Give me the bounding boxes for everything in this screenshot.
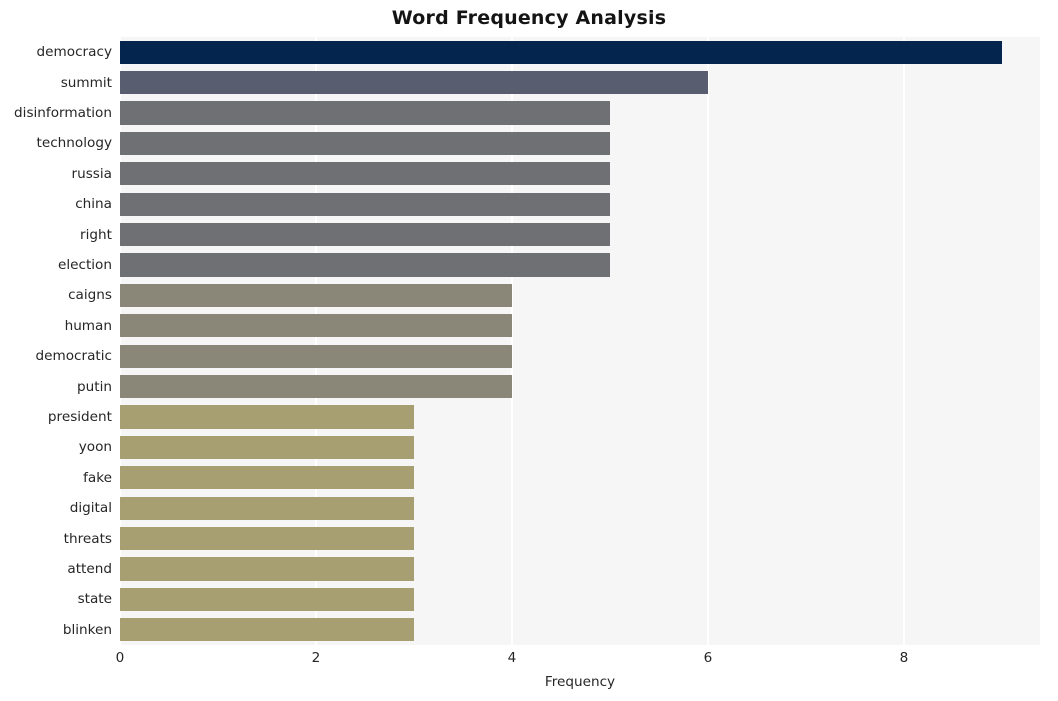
bar-democratic xyxy=(120,344,512,368)
bar-china xyxy=(120,192,610,216)
bar-row xyxy=(120,615,1040,645)
x-axis-tick-labels: 0 2 4 6 8 xyxy=(0,650,1058,672)
bar-caigns xyxy=(120,283,512,307)
y-tick-label-summit: summit xyxy=(60,74,112,91)
y-tick-label-digital: digital xyxy=(69,500,112,517)
plot-area xyxy=(120,37,1040,645)
bar-blinken xyxy=(120,618,414,642)
bar-threats xyxy=(120,526,414,551)
bar-row xyxy=(120,523,1040,553)
y-tick-label-putin: putin xyxy=(77,378,112,395)
x-axis-title: Frequency xyxy=(544,674,616,690)
bar-row xyxy=(120,67,1040,97)
y-tick-label-fake: fake xyxy=(83,469,112,486)
bar-putin xyxy=(120,374,512,399)
y-tick-label-yoon: yoon xyxy=(78,439,112,456)
y-tick-label-threats: threats xyxy=(63,530,112,547)
bar-row xyxy=(120,371,1040,401)
bar-series xyxy=(120,37,1040,645)
bar-russia xyxy=(120,162,610,186)
x-tick-label-0: 0 xyxy=(115,650,125,666)
y-tick-label-caigns: caigns xyxy=(68,287,112,304)
bar-row xyxy=(120,98,1040,128)
bar-row xyxy=(120,189,1040,219)
chart-figure: Word Frequency Analysis democracy summit d… xyxy=(0,0,1058,701)
y-tick-label-state: state xyxy=(77,591,112,608)
bar-election xyxy=(120,253,610,277)
bar-row xyxy=(120,219,1040,249)
bar-row xyxy=(120,584,1040,614)
y-tick-label-democratic: democratic xyxy=(35,348,112,365)
bar-row xyxy=(120,37,1040,67)
bar-row xyxy=(120,159,1040,189)
bar-technology xyxy=(120,131,610,155)
bar-digital xyxy=(120,496,414,520)
bar-yoon xyxy=(120,435,414,459)
chart-title: Word Frequency Analysis xyxy=(391,7,667,29)
x-tick-label-4: 4 xyxy=(507,650,517,666)
y-tick-label-human: human xyxy=(64,317,112,334)
y-tick-label-russia: russia xyxy=(71,165,112,182)
bar-right xyxy=(120,222,610,247)
y-tick-label-democracy: democracy xyxy=(36,44,112,61)
bar-democracy xyxy=(120,40,1002,64)
y-tick-label-election: election xyxy=(57,257,112,273)
bar-disinformation xyxy=(120,101,610,125)
bar-summit xyxy=(120,70,708,95)
y-tick-label-technology: technology xyxy=(36,135,112,152)
y-tick-label-blinken: blinken xyxy=(62,621,112,638)
y-tick-label-right: right xyxy=(80,226,112,243)
bar-row xyxy=(120,311,1040,341)
bar-row xyxy=(120,128,1040,158)
y-tick-label-attend: attend xyxy=(67,561,112,577)
y-tick-label-china: china xyxy=(75,196,112,213)
bar-human xyxy=(120,314,512,338)
y-axis-tick-labels: democracy summit disinformation technology r… xyxy=(0,37,112,645)
bar-president xyxy=(120,405,414,429)
bar-row xyxy=(120,554,1040,584)
x-tick-label-8: 8 xyxy=(899,650,909,666)
bar-row xyxy=(120,341,1040,371)
bar-attend xyxy=(120,557,414,581)
bar-row xyxy=(120,280,1040,310)
bar-row xyxy=(120,402,1040,432)
x-tick-label-2: 2 xyxy=(311,650,321,666)
bar-fake xyxy=(120,466,414,490)
x-tick-label-6: 6 xyxy=(703,650,713,666)
bar-row xyxy=(120,493,1040,523)
bar-row xyxy=(120,432,1040,462)
bar-row xyxy=(120,250,1040,280)
y-tick-label-president: president xyxy=(47,409,112,425)
bar-state xyxy=(120,587,414,611)
y-tick-label-disinformation: disinformation xyxy=(14,105,112,121)
bar-row xyxy=(120,463,1040,493)
